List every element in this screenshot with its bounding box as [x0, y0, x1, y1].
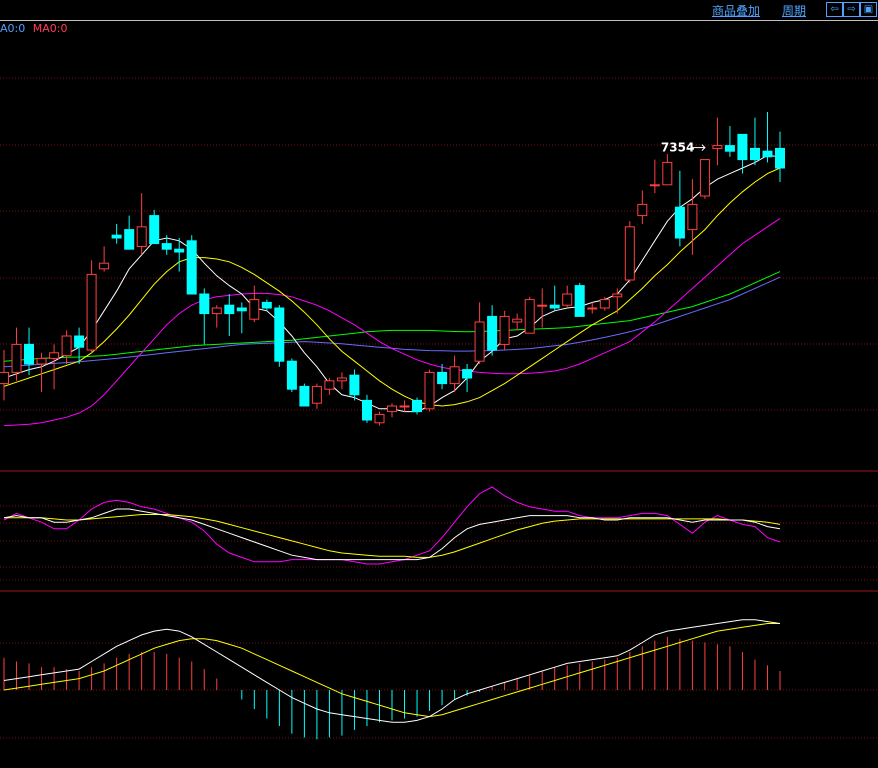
- candle-up: [311, 385, 322, 404]
- overlay-menu[interactable]: 商品叠加: [712, 2, 760, 19]
- candle-up: [599, 299, 610, 309]
- candle-down: [261, 301, 272, 309]
- candle-down: [362, 399, 372, 421]
- arrow-left-icon[interactable]: ⇦: [826, 2, 843, 17]
- candle-up: [324, 380, 335, 390]
- candle-up: [336, 377, 347, 382]
- stock-chart: 7354: [0, 77, 878, 740]
- candle-down: [286, 360, 297, 390]
- candle-down: [549, 304, 560, 309]
- candle-down: [349, 374, 360, 396]
- candle-up: [11, 343, 22, 373]
- ma10-line: [3, 167, 781, 407]
- candle-down: [775, 147, 785, 169]
- candle-down: [412, 399, 422, 413]
- candle-up: [86, 273, 97, 351]
- candle-up: [512, 318, 523, 323]
- candle-up: [687, 203, 698, 231]
- candle-up: [424, 371, 435, 410]
- period-menu[interactable]: 周期: [782, 2, 806, 19]
- candle-up: [399, 405, 410, 408]
- candle-up: [99, 262, 110, 270]
- candle-up: [712, 145, 723, 149]
- candle-up: [449, 366, 460, 385]
- candle-down: [124, 229, 135, 250]
- candle-down: [462, 369, 473, 379]
- candle-down: [224, 304, 235, 315]
- candle-down: [174, 248, 185, 253]
- candle-up: [136, 226, 147, 247]
- candle-down: [236, 307, 247, 312]
- arrow-right-icon[interactable]: ⇨: [843, 2, 860, 17]
- high-price-label: 7354: [661, 141, 694, 155]
- candle-down: [274, 307, 285, 362]
- candle-down: [74, 335, 85, 348]
- candle-down: [762, 150, 773, 158]
- candle-up: [211, 307, 222, 315]
- ma5-line: [3, 154, 781, 413]
- candle-down: [487, 315, 498, 351]
- candle-up: [562, 293, 573, 306]
- candle-down: [149, 215, 160, 245]
- candle-up: [587, 307, 598, 310]
- candle-up: [699, 159, 710, 197]
- candle-down: [161, 243, 172, 250]
- candle-up: [36, 357, 47, 365]
- candle-up: [0, 371, 9, 385]
- kdj-line: [4, 514, 781, 558]
- candle-up: [61, 335, 72, 357]
- kdj-line: [3, 486, 781, 565]
- candle-down: [574, 285, 585, 317]
- candle-up: [387, 405, 397, 413]
- candle-down: [674, 206, 685, 239]
- top-toolbar: 商品叠加 周期 ⇦ ⇨ ▣: [0, 0, 878, 21]
- candle-up: [537, 304, 548, 307]
- candle-down: [750, 147, 760, 161]
- window-icon[interactable]: ▣: [860, 2, 877, 17]
- candle-up: [624, 226, 635, 281]
- candle-up: [524, 299, 535, 334]
- candle-up: [499, 315, 510, 345]
- candle-up: [249, 299, 260, 320]
- candle-down: [186, 240, 197, 295]
- candle-down: [111, 234, 122, 239]
- candle-down: [199, 293, 210, 315]
- candle-down: [24, 343, 34, 365]
- candle-down: [299, 385, 310, 407]
- candle-up: [474, 321, 485, 362]
- candle-up: [612, 293, 623, 298]
- candle-up: [49, 352, 60, 359]
- candle-up: [637, 203, 648, 217]
- candle-down: [724, 145, 735, 152]
- candle-down: [437, 371, 448, 385]
- candle-up: [374, 413, 385, 424]
- candle-down: [737, 133, 748, 161]
- candle-up: [649, 184, 660, 187]
- candle-up: [662, 161, 673, 186]
